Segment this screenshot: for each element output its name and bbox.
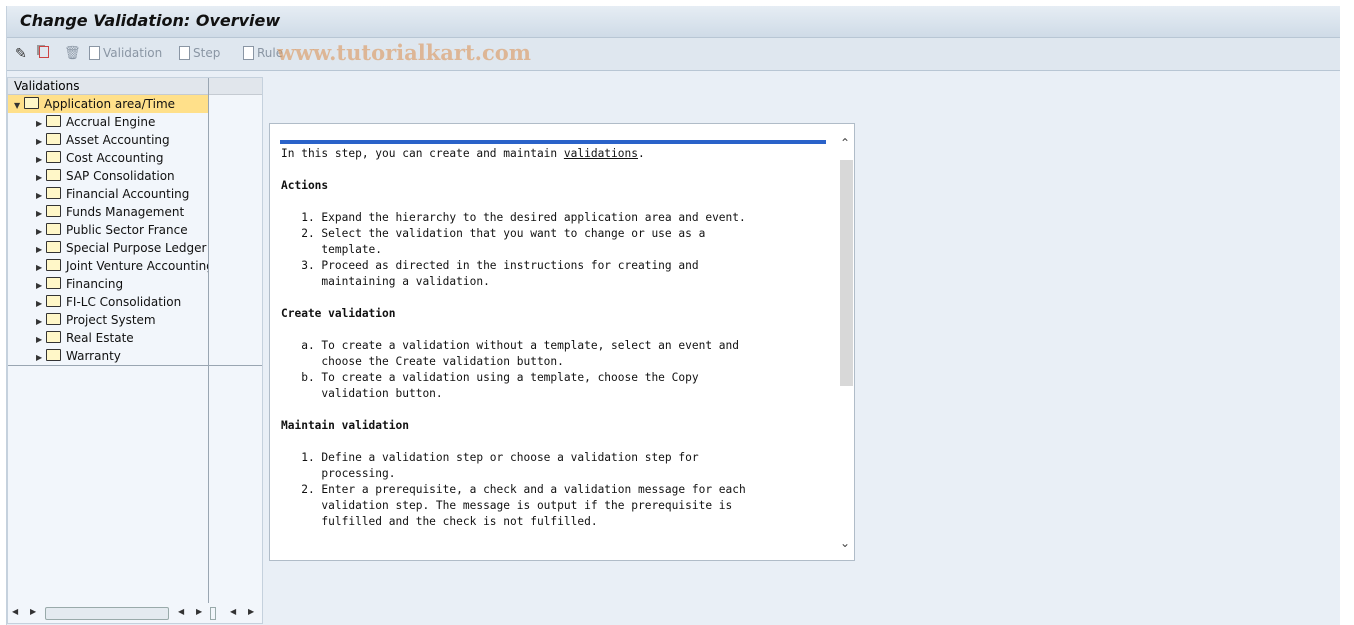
folder-icon (46, 151, 61, 163)
expand-icon[interactable]: ▶ (36, 295, 46, 311)
validation-tree: Validations ▼ Application area/Time ▶ Accru… (7, 77, 263, 624)
delete-button[interactable]: 🗑 (64, 46, 81, 61)
pencil-glasses-icon: ✎ (15, 46, 27, 62)
expand-icon[interactable]: ▶ (36, 115, 46, 131)
display-change-button[interactable]: ✎ (15, 46, 27, 62)
help-header-bar (280, 140, 826, 144)
expand-icon[interactable]: ▶ (36, 169, 46, 185)
folder-icon (46, 169, 61, 181)
expand-icon[interactable]: ▶ (36, 133, 46, 149)
folder-icon (46, 331, 61, 343)
create-list: a. To create a validation without a temp… (301, 339, 740, 400)
step-button[interactable]: Step (179, 46, 220, 60)
scroll-left-icon[interactable]: ◀ (12, 607, 18, 616)
application-toolbar: ✎ 🗑 Validation Step Rule www.tutorialkar… (7, 38, 1340, 71)
scroll-right-icon[interactable]: ▶ (248, 607, 254, 616)
copy-icon (39, 46, 49, 58)
maintain-heading: Maintain validation (281, 419, 409, 432)
document-icon (179, 46, 190, 60)
tree-end-divider (8, 365, 262, 366)
tree-node[interactable]: ▶ Financing (8, 275, 208, 293)
folder-icon (46, 313, 61, 325)
create-heading: Create validation (281, 307, 396, 320)
actions-heading: Actions (281, 179, 329, 192)
tree-node-root[interactable]: ▼ Application area/Time (8, 95, 208, 113)
tree-node[interactable]: ▶ Financial Accounting (8, 185, 208, 203)
validations-link[interactable]: validations (564, 147, 638, 160)
column-divider[interactable] (208, 78, 209, 603)
validation-button[interactable]: Validation (89, 46, 162, 60)
expand-icon[interactable]: ▶ (36, 313, 46, 329)
folder-icon (46, 295, 61, 307)
folder-icon (46, 133, 61, 145)
tree-node[interactable]: ▶ Cost Accounting (8, 149, 208, 167)
scroll-down-icon[interactable]: ⌄ (840, 536, 850, 550)
document-icon (89, 46, 100, 60)
scroll-left-icon[interactable]: ◀ (178, 607, 184, 616)
tree-node[interactable]: ▶ Joint Venture Accounting (8, 257, 208, 275)
scroll-thumb[interactable] (840, 160, 853, 386)
folder-open-icon (24, 97, 39, 109)
folder-icon (46, 205, 61, 217)
page-title: Change Validation: Overview (20, 11, 281, 30)
scroll-left-icon[interactable]: ◀ (230, 607, 236, 616)
folder-icon (46, 223, 61, 235)
tree-node[interactable]: ▶ FI-LC Consolidation (8, 293, 208, 311)
tree-node[interactable]: ▶ Asset Accounting (8, 131, 208, 149)
tree-node[interactable]: ▶ Public Sector France (8, 221, 208, 239)
folder-icon (46, 277, 61, 289)
expand-icon[interactable]: ▶ (36, 331, 46, 347)
horizontal-scrollbar[interactable]: ◀ ▶ ◀ ▶ ◀ ▶ (8, 607, 262, 621)
scroll-thumb[interactable] (45, 607, 169, 620)
maintain-list: 1. Define a validation step or choose a … (301, 451, 746, 528)
expand-icon[interactable]: ▶ (36, 187, 46, 203)
watermark: www.tutorialkart.com (277, 40, 531, 65)
scroll-up-icon[interactable]: ⌃ (840, 136, 850, 150)
vertical-scrollbar[interactable]: ⌃ ⌄ (838, 136, 854, 550)
help-text-panel: In this step, you can create and maintai… (269, 123, 855, 561)
expand-icon[interactable]: ▶ (36, 259, 46, 275)
scroll-thumb[interactable] (210, 607, 216, 620)
tree-node[interactable]: ▶ Project System (8, 311, 208, 329)
expand-icon[interactable]: ▶ (36, 151, 46, 167)
folder-icon (46, 259, 61, 271)
tree-node[interactable]: ▶ Accrual Engine (8, 113, 208, 131)
expand-icon[interactable]: ▶ (36, 241, 46, 257)
tree-node[interactable]: ▶ Real Estate (8, 329, 208, 347)
expand-icon[interactable]: ▶ (36, 223, 46, 239)
copy-button[interactable] (39, 46, 49, 58)
title-bar: Change Validation: Overview (7, 6, 1340, 38)
trash-icon: 🗑 (64, 46, 81, 61)
help-text: In this step, you can create and maintai… (281, 147, 746, 528)
folder-icon (46, 241, 61, 253)
expand-icon[interactable]: ▶ (36, 205, 46, 221)
actions-list: 1. Expand the hierarchy to the desired a… (301, 211, 746, 288)
folder-icon (46, 187, 61, 199)
expand-icon[interactable]: ▶ (36, 349, 46, 365)
tree-column-header[interactable]: Validations (8, 78, 262, 95)
scroll-right-icon[interactable]: ▶ (30, 607, 36, 616)
tree-node[interactable]: ▶ SAP Consolidation (8, 167, 208, 185)
scroll-right-icon[interactable]: ▶ (196, 607, 202, 616)
tree-node[interactable]: ▶ Special Purpose Ledger (8, 239, 208, 257)
sap-window: Change Validation: Overview ✎ 🗑 Validati… (6, 6, 1340, 625)
document-icon (243, 46, 254, 60)
tree-node[interactable]: ▶ Warranty (8, 347, 208, 365)
folder-icon (46, 349, 61, 361)
expand-icon[interactable]: ▶ (36, 277, 46, 293)
tree-node[interactable]: ▶ Funds Management (8, 203, 208, 221)
folder-icon (46, 115, 61, 127)
